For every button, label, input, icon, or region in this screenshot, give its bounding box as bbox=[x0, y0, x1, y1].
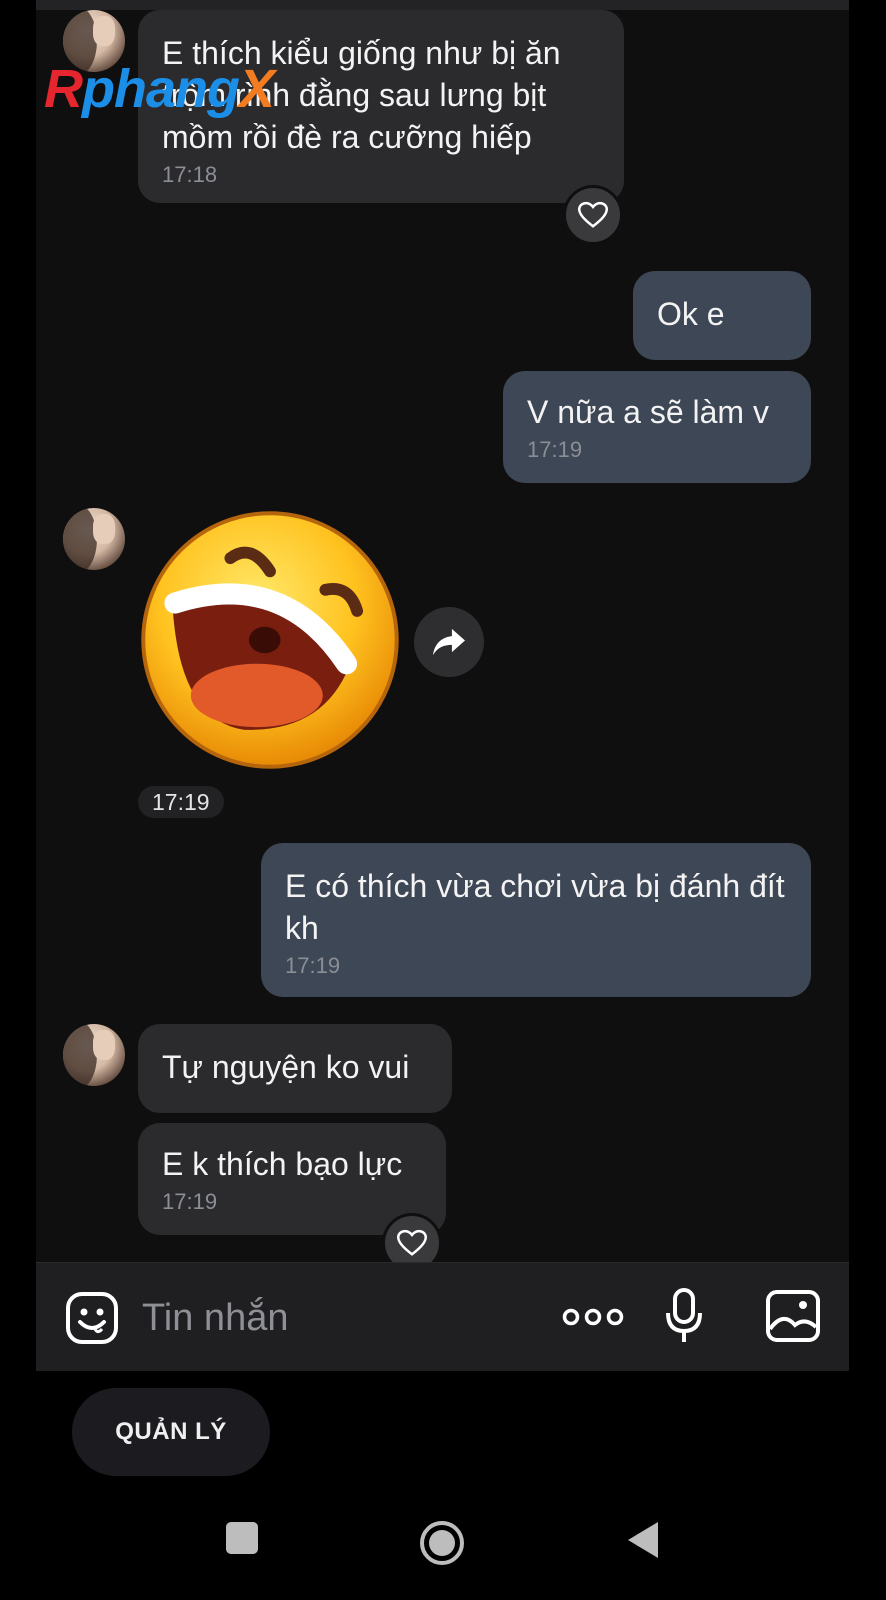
incoming-message[interactable]: Tự nguyện ko vui bbox=[138, 1024, 452, 1113]
outgoing-message[interactable]: V nữa a sẽ làm v 17:19 bbox=[503, 371, 811, 483]
message-time: 17:19 bbox=[527, 437, 583, 462]
share-arrow-icon bbox=[433, 628, 465, 656]
back-icon[interactable] bbox=[626, 1520, 660, 1560]
manage-button[interactable]: QUẢN LÝ bbox=[72, 1388, 270, 1476]
message-input[interactable] bbox=[140, 1291, 524, 1345]
message-time: 17:19 bbox=[285, 953, 341, 978]
outgoing-message[interactable]: E có thích vừa chơi vừa bị đánh đít kh 1… bbox=[261, 843, 811, 997]
message-text: E k thích bạo lực bbox=[162, 1146, 403, 1182]
avatar[interactable] bbox=[63, 1024, 125, 1086]
message-text: Ok e bbox=[657, 296, 725, 332]
avatar[interactable] bbox=[63, 508, 125, 570]
microphone-icon[interactable] bbox=[664, 1287, 704, 1345]
message-time: 17:18 bbox=[162, 162, 218, 187]
gallery-image-icon[interactable] bbox=[765, 1289, 821, 1343]
more-options-icon[interactable] bbox=[562, 1307, 624, 1327]
message-composer bbox=[36, 1262, 849, 1371]
message-text: E có thích vừa chơi vừa bị đánh đít kh bbox=[285, 868, 785, 946]
message-text: Tự nguyện ko vui bbox=[162, 1049, 410, 1085]
watermark-letter: R bbox=[44, 59, 83, 119]
heart-reaction-icon[interactable] bbox=[563, 185, 623, 245]
message-time: 17:19 bbox=[162, 1189, 218, 1214]
outgoing-message[interactable]: Ok e bbox=[633, 271, 811, 360]
sticker-time: 17:19 bbox=[138, 786, 224, 818]
home-icon[interactable] bbox=[419, 1520, 465, 1566]
emoji-icon[interactable] bbox=[65, 1291, 119, 1345]
message-text: V nữa a sẽ làm v bbox=[527, 394, 769, 430]
share-button[interactable] bbox=[414, 607, 484, 677]
header-edge bbox=[36, 0, 849, 10]
laughing-face-sticker[interactable] bbox=[138, 508, 402, 772]
watermark-word: phang bbox=[82, 59, 240, 119]
chat-area[interactable]: E thích kiểu giống như bị ăn trộm rình đ… bbox=[36, 0, 849, 1262]
watermark-logo: RphangX bbox=[44, 58, 275, 120]
watermark-mark: X bbox=[238, 59, 275, 119]
recent-apps-icon[interactable] bbox=[224, 1520, 260, 1556]
